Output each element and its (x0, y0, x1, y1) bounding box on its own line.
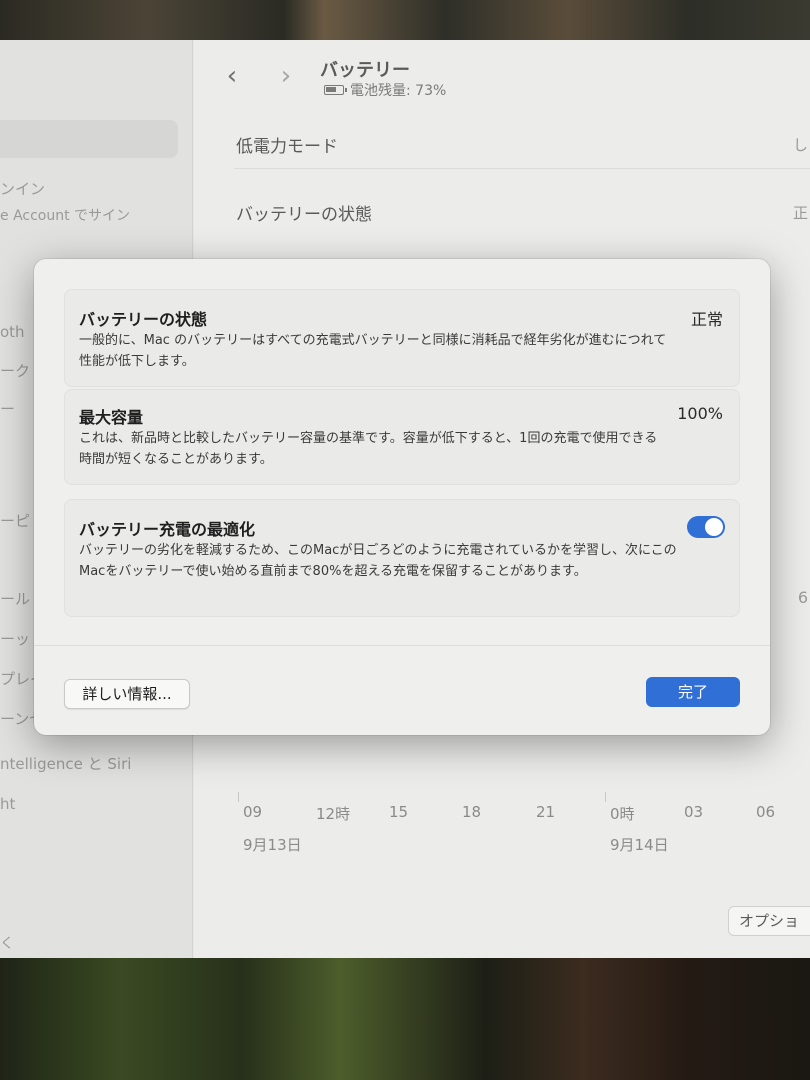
sidebar-item-bluetooth[interactable]: oth (0, 323, 25, 341)
toggle-knob (705, 518, 723, 536)
battery-icon (324, 85, 347, 95)
battery-health-card: バッテリーの状態 正常 一般的に、Mac のバッテリーはすべての充電式バッテリー… (64, 289, 740, 387)
battery-health-row-value[interactable]: 正 (793, 202, 808, 223)
battery-health-value: 正常 (690, 310, 723, 329)
sidebar-item-6[interactable]: ール (0, 588, 30, 609)
dialog-divider (34, 645, 770, 646)
chevron-left-icon: ‹ (226, 61, 238, 91)
sidebar-item-siri[interactable]: ntelligence と Siri (0, 753, 131, 774)
battery-status: 電池残量: 73% (324, 80, 446, 100)
sidebar-item-12[interactable]: く (0, 933, 14, 953)
sidebar-item-11[interactable]: ht (0, 795, 15, 813)
background-scenery-bottom (0, 958, 810, 1080)
max-capacity-description: これは、新品時と比較したバッテリー容量の基準です。容量が低下すると、1回の充電で… (79, 431, 658, 467)
sidebar-item-5[interactable]: ーピ (0, 510, 30, 531)
done-button[interactable]: 完了 (646, 677, 740, 707)
sidebar-item-7[interactable]: ーッ (0, 628, 30, 649)
axis-hour-label: 12時 (316, 805, 351, 823)
axis-hour-label: 09 (243, 803, 263, 821)
chevron-right-icon: › (280, 61, 292, 91)
axis-hour-label: 06 (756, 803, 776, 821)
options-button[interactable]: オプショ (728, 906, 810, 936)
max-capacity-title: 最大容量 (79, 408, 144, 427)
battery-status-text: 電池残量: 73% (350, 83, 447, 99)
optimized-charging-description: バッテリーの劣化を軽減するため、このMacが日ごろどのように充電されているかを学… (79, 543, 677, 579)
axis-date-label: 9月13日 (243, 836, 302, 854)
page-title: バッテリー (320, 60, 410, 81)
axis-hour-label: 0時 (610, 805, 635, 823)
sidebar-item-network[interactable]: ーク (0, 360, 30, 381)
axis-hour-label: 03 (684, 803, 704, 821)
chart-edge-value: 6 (797, 588, 808, 607)
low-power-mode-value[interactable]: し (793, 134, 808, 155)
battery-health-title: バッテリーの状態 (79, 310, 208, 329)
axis-tick (238, 792, 239, 802)
optimized-charging-title: バッテリー充電の最適化 (79, 520, 256, 539)
sidebar-item-battery[interactable]: ー (0, 398, 15, 419)
forward-button[interactable]: › (274, 62, 298, 90)
back-button[interactable]: ‹ (220, 62, 244, 90)
battery-health-dialog: バッテリーの状態 正常 一般的に、Mac のバッテリーはすべての充電式バッテリー… (34, 259, 770, 735)
low-power-mode-label: 低電力モード (236, 137, 338, 157)
axis-date-label: 9月14日 (610, 836, 669, 854)
sidebar-search-field[interactable] (0, 120, 178, 158)
axis-hour-label: 18 (462, 803, 482, 821)
battery-health-description: 一般的に、Mac のバッテリーはすべての充電式バッテリーと同様に消耗品で経年劣化… (79, 333, 667, 369)
axis-hour-label: 21 (536, 803, 556, 821)
optimized-charging-toggle[interactable] (687, 516, 725, 538)
sidebar-item-account[interactable]: e Account でサイン (0, 205, 130, 225)
optimized-charging-card: バッテリー充電の最適化 バッテリーの劣化を軽減するため、このMacが日ごろどのよ… (64, 499, 740, 617)
max-capacity-value: 100% (677, 404, 723, 423)
axis-tick (605, 792, 606, 802)
max-capacity-card: 最大容量 100% これは、新品時と比較したバッテリー容量の基準です。容量が低下… (64, 389, 740, 485)
sidebar-item-signin[interactable]: ンイン (0, 178, 45, 199)
row-divider (234, 168, 810, 169)
background-scenery-top (0, 0, 810, 40)
battery-health-label: バッテリーの状態 (236, 205, 372, 225)
more-info-button[interactable]: 詳しい情報... (64, 679, 190, 709)
axis-hour-label: 15 (389, 803, 409, 821)
